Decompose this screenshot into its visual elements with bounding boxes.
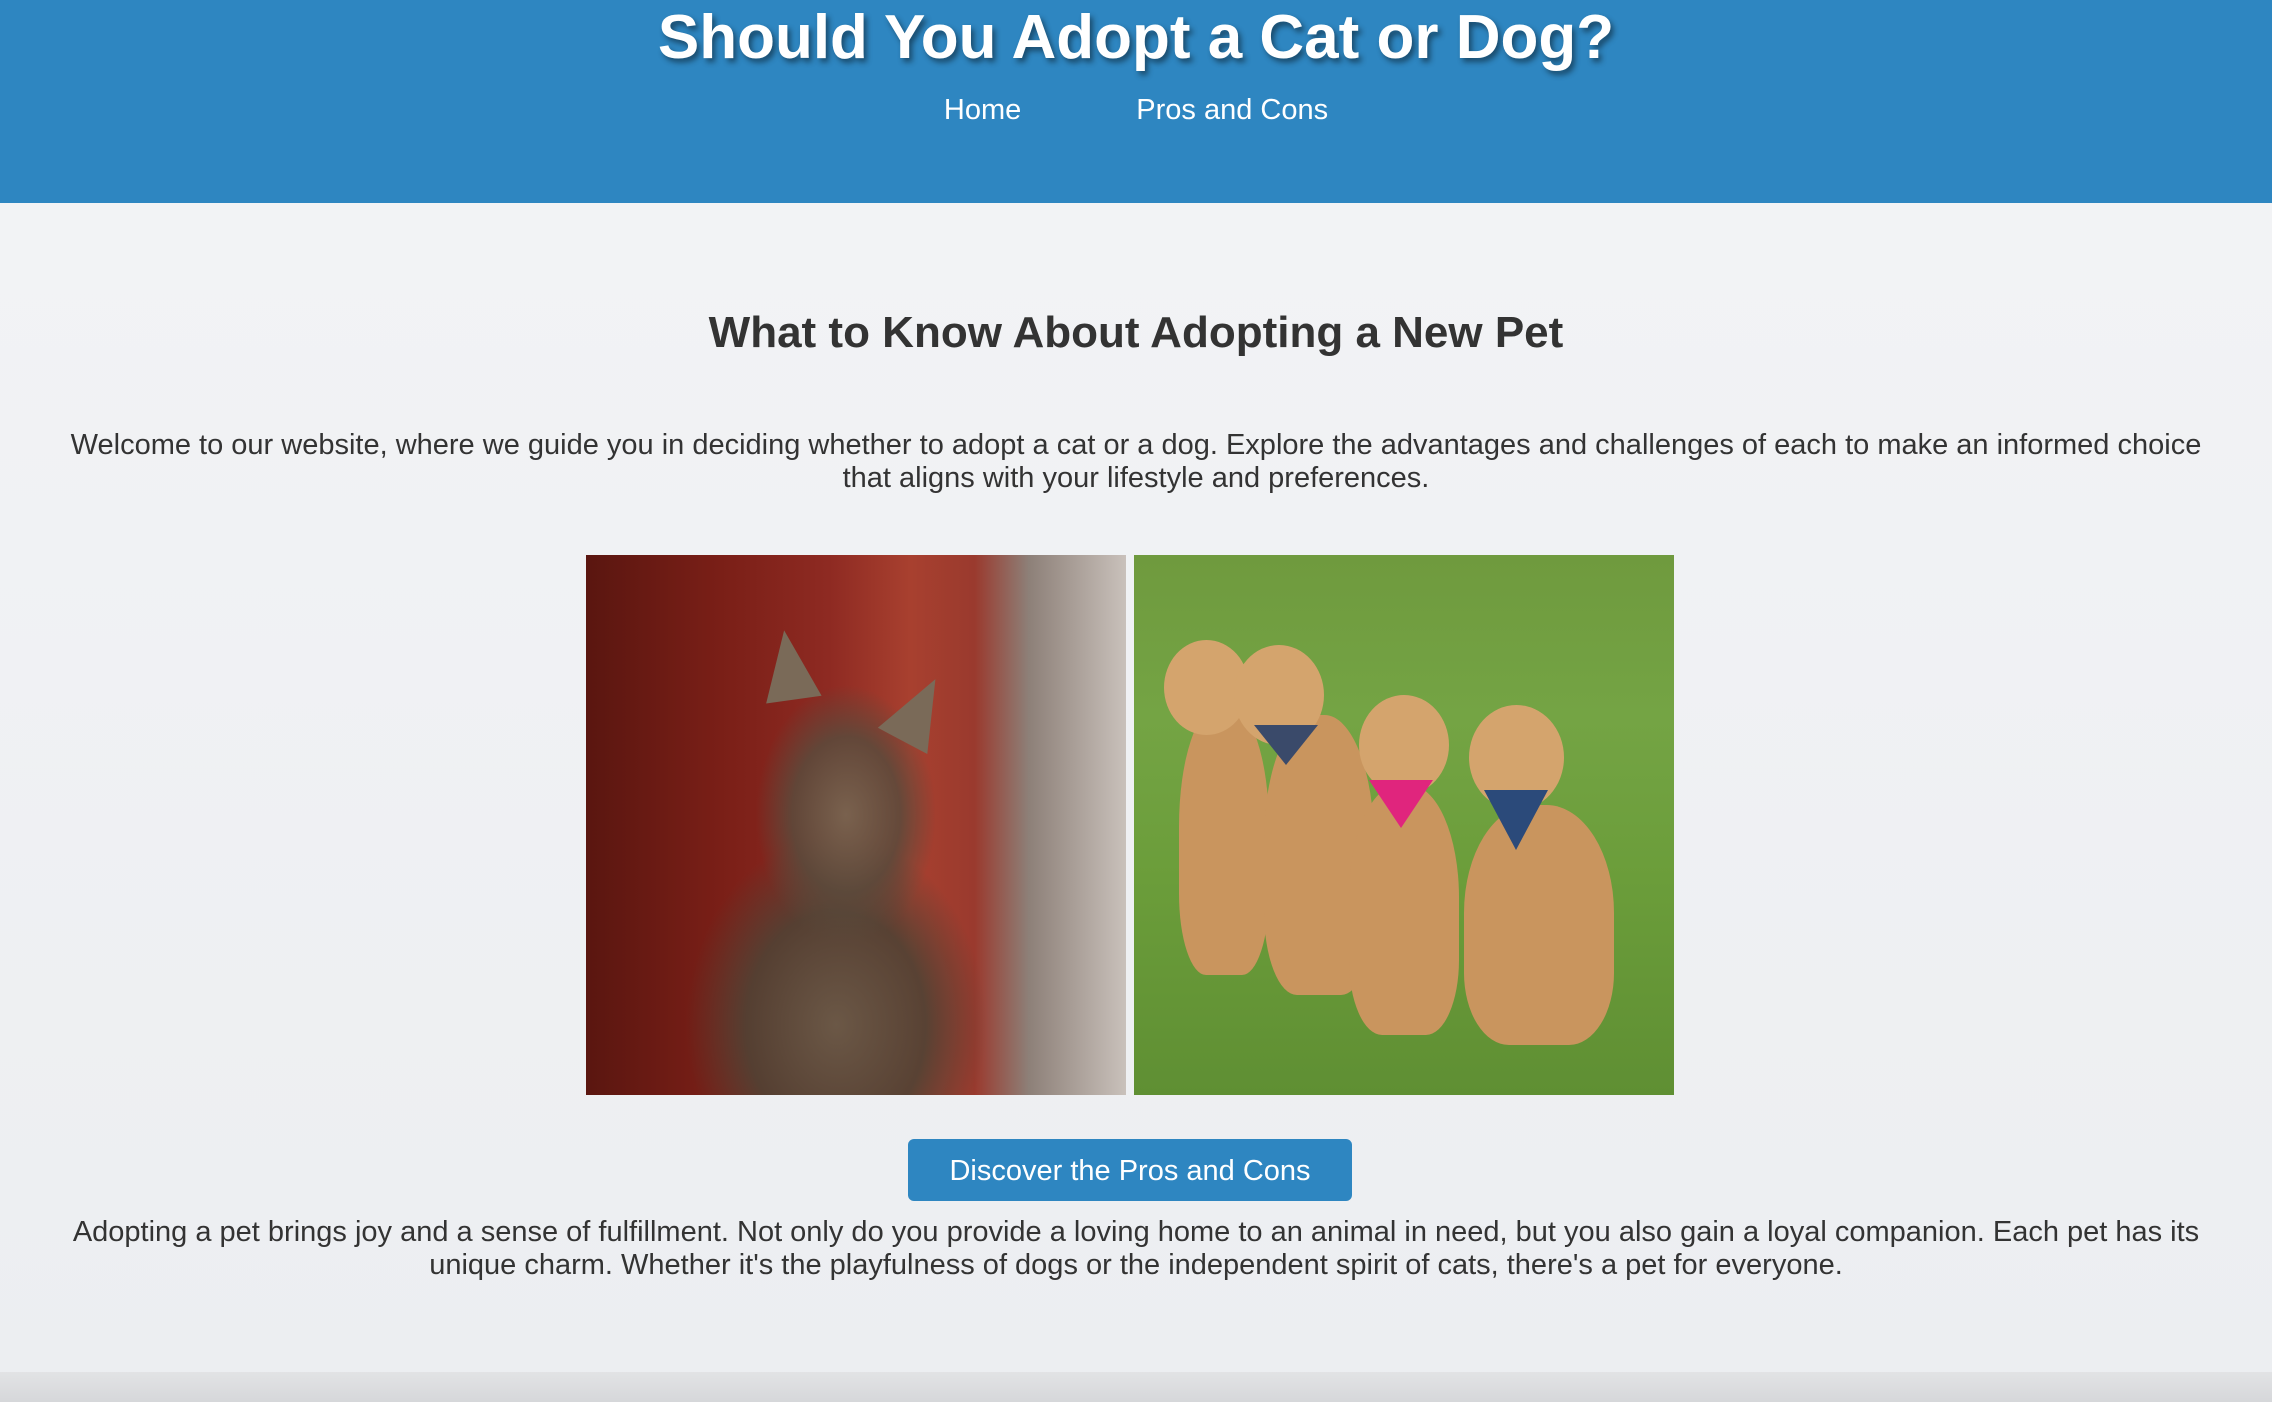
page-bottom-shadow <box>0 1372 2272 1402</box>
dogs-photo <box>1134 555 1674 1095</box>
cat-photo <box>586 555 1126 1095</box>
nav-link-home[interactable]: Home <box>944 94 1021 127</box>
section-title: What to Know About Adopting a New Pet <box>708 308 1564 357</box>
cat-ear-right <box>877 665 961 755</box>
main-nav: Home Pros and Cons <box>0 94 2272 127</box>
cat-ear-left <box>756 626 822 704</box>
dog-bandana <box>1484 790 1548 850</box>
dog-bandana <box>1369 780 1433 828</box>
discover-pros-cons-button[interactable]: Discover the Pros and Cons <box>908 1139 1352 1201</box>
why-adopt-paragraph: Adopting a pet brings joy and a sense of… <box>72 1216 2200 1281</box>
dog-bandana <box>1254 725 1318 765</box>
site-header: Should You Adopt a Cat or Dog? Home Pros… <box>0 0 2272 203</box>
site-title: Should You Adopt a Cat or Dog? <box>657 3 1615 72</box>
nav-link-pros-and-cons[interactable]: Pros and Cons <box>1136 94 1328 127</box>
intro-paragraph: Welcome to our website, where we guide y… <box>70 429 2202 494</box>
pet-images <box>586 555 1674 1095</box>
